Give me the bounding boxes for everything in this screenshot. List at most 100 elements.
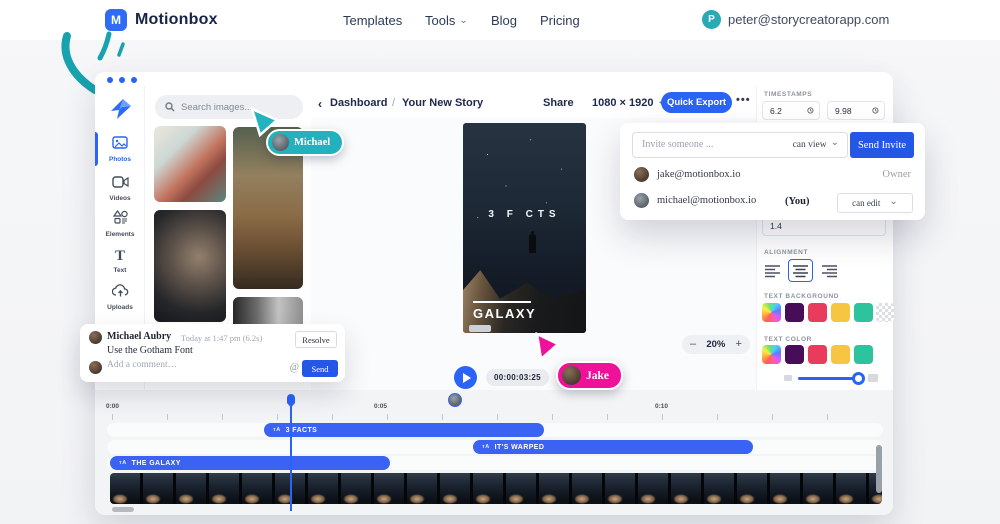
photo-thumbnail-kitchen[interactable] (154, 126, 226, 202)
text-layer-icon: ᴛA (482, 444, 490, 450)
timeline-comment-marker[interactable] (448, 393, 462, 407)
clock-icon (872, 107, 879, 114)
sidebar-item-label: Uploads (107, 304, 133, 311)
canvas-size-select[interactable]: 1080 × 1920 (592, 97, 666, 109)
playhead-handle[interactable] (287, 394, 295, 408)
mention-button[interactable]: @ (290, 362, 299, 373)
align-left-button[interactable] (760, 259, 785, 282)
sidebar-item-label: Elements (105, 231, 135, 238)
nav-link-templates[interactable]: Templates (343, 13, 402, 28)
text-color-swatch[interactable] (854, 345, 873, 364)
text-background-swatch[interactable] (831, 303, 850, 322)
top-nav: M Motionbox Templates Tools Blog Pricing… (0, 0, 1000, 40)
sidebar-item-videos[interactable]: Videos (95, 175, 145, 202)
timestamp-start-input[interactable] (762, 101, 820, 120)
sidebar-item-photos[interactable]: Photos (95, 136, 145, 163)
timeline-zoom-slider[interactable] (798, 377, 860, 380)
sidebar-item-uploads[interactable]: Uploads (95, 284, 145, 311)
timeline-track-its-warped[interactable]: ᴛA IT'S WARPED (473, 440, 753, 454)
user-avatar: P (702, 10, 721, 29)
video-track-filmstrip[interactable] (110, 473, 882, 504)
timestamp-end-input[interactable] (827, 101, 885, 120)
uploads-icon (111, 284, 128, 297)
zoom-in-button[interactable]: + (736, 339, 742, 350)
preview-text-layer-title[interactable]: 3 F CTS (463, 209, 586, 220)
zoom-value: 20% (706, 339, 726, 350)
send-invite-button[interactable]: Send Invite (850, 132, 914, 158)
text-icon: T (114, 248, 125, 264)
text-background-label: TEXT BACKGROUND (764, 293, 840, 300)
canvas-zoom-control: – 20% + (682, 335, 750, 354)
timestamp-start-field[interactable] (763, 105, 808, 116)
text-background-swatch-rainbow[interactable] (762, 303, 781, 322)
comment-thread: Michael Aubry Today at 1:47 pm (6.2s) Re… (80, 324, 345, 382)
photos-icon (112, 136, 128, 149)
ruler-label: 0:10 (655, 403, 669, 410)
avatar (89, 361, 102, 374)
comment-timestamp: Today at 1:47 pm (6.2s) (181, 332, 263, 343)
resolve-button[interactable]: Resolve (295, 331, 337, 348)
preview-person-silhouette (529, 231, 537, 254)
text-color-swatch[interactable] (831, 345, 850, 364)
comment-input[interactable] (107, 360, 277, 370)
align-center-button[interactable] (788, 259, 813, 282)
line-height-field[interactable] (763, 220, 885, 231)
vertical-scrollbar[interactable] (876, 445, 882, 493)
text-color-swatch[interactable] (785, 345, 804, 364)
text-background-swatch-transparent[interactable] (876, 303, 894, 322)
timeline-zoom-slider-handle[interactable] (852, 371, 865, 385)
text-color-swatch-rainbow[interactable] (762, 345, 781, 364)
member-role-select[interactable]: can edit (837, 193, 913, 213)
photo-thumbnail-magnifier[interactable] (154, 210, 226, 322)
avatar (634, 167, 649, 182)
comment-text: Use the Gotham Font (107, 345, 193, 356)
comment-author: Michael Aubry (107, 331, 172, 342)
play-button[interactable] (454, 366, 477, 389)
preview-text-layer-caption[interactable]: GALAXY (473, 301, 535, 321)
nav-link-blog[interactable]: Blog (491, 13, 517, 28)
text-color-swatch[interactable] (808, 345, 827, 364)
text-background-swatch[interactable] (785, 303, 804, 322)
selection-handle[interactable] (469, 325, 491, 332)
playhead-line (290, 406, 292, 511)
sidebar-item-label: Photos (108, 156, 132, 163)
quick-export-button[interactable]: Quick Export (661, 92, 732, 113)
align-center-icon (793, 264, 808, 277)
nav-link-tools[interactable]: Tools (425, 13, 468, 28)
video-preview[interactable]: 3 F CTS GALAXY (463, 123, 586, 333)
timeline-track-3-facts[interactable]: ᴛA 3 FACTS (264, 423, 544, 437)
playback-time: 00:00:03:25 (486, 369, 549, 386)
back-button[interactable]: ‹ (318, 97, 322, 111)
sidebar-item-text[interactable]: T Text (95, 247, 145, 275)
comment-send-button[interactable]: Send (302, 360, 338, 377)
nav-link-pricing[interactable]: Pricing (540, 13, 580, 28)
sidebar-item-elements[interactable]: Elements (95, 209, 145, 238)
collaborator-cursor-michael: Michael (266, 129, 345, 156)
align-right-icon (822, 264, 837, 277)
align-right-button[interactable] (817, 259, 842, 282)
brand-name: Motionbox (135, 11, 218, 28)
text-background-swatch[interactable] (808, 303, 827, 322)
share-button[interactable]: Share (543, 97, 574, 109)
horizontal-scrollbar[interactable] (112, 507, 134, 512)
timeline-track-the-galaxy[interactable]: ᴛA THE GALAXY (110, 456, 390, 470)
breadcrumb-dashboard[interactable]: Dashboard (330, 97, 387, 109)
invite-email-input[interactable]: can view (632, 132, 848, 158)
more-options-button[interactable]: ••• (736, 94, 751, 106)
search-input[interactable] (155, 95, 303, 119)
breadcrumb-separator: / (392, 97, 396, 109)
member-row: jake@motionbox.io (634, 167, 740, 182)
app-logo-icon[interactable] (110, 98, 132, 120)
align-left-icon (765, 264, 780, 277)
invite-role-select[interactable]: can view (793, 139, 839, 150)
timestamp-end-field[interactable] (828, 105, 873, 116)
zoom-out-button[interactable]: – (690, 339, 696, 350)
clock-icon (807, 107, 814, 114)
text-background-swatch[interactable] (854, 303, 873, 322)
account-menu[interactable]: P peter@storycreatorapp.com (702, 10, 889, 29)
ruler-label: 0:05 (374, 403, 388, 410)
ruler-label: 0:00 (106, 403, 120, 410)
invite-email-field[interactable] (633, 133, 763, 150)
videos-icon (111, 176, 129, 188)
sidebar-item-label: Text (113, 267, 127, 274)
